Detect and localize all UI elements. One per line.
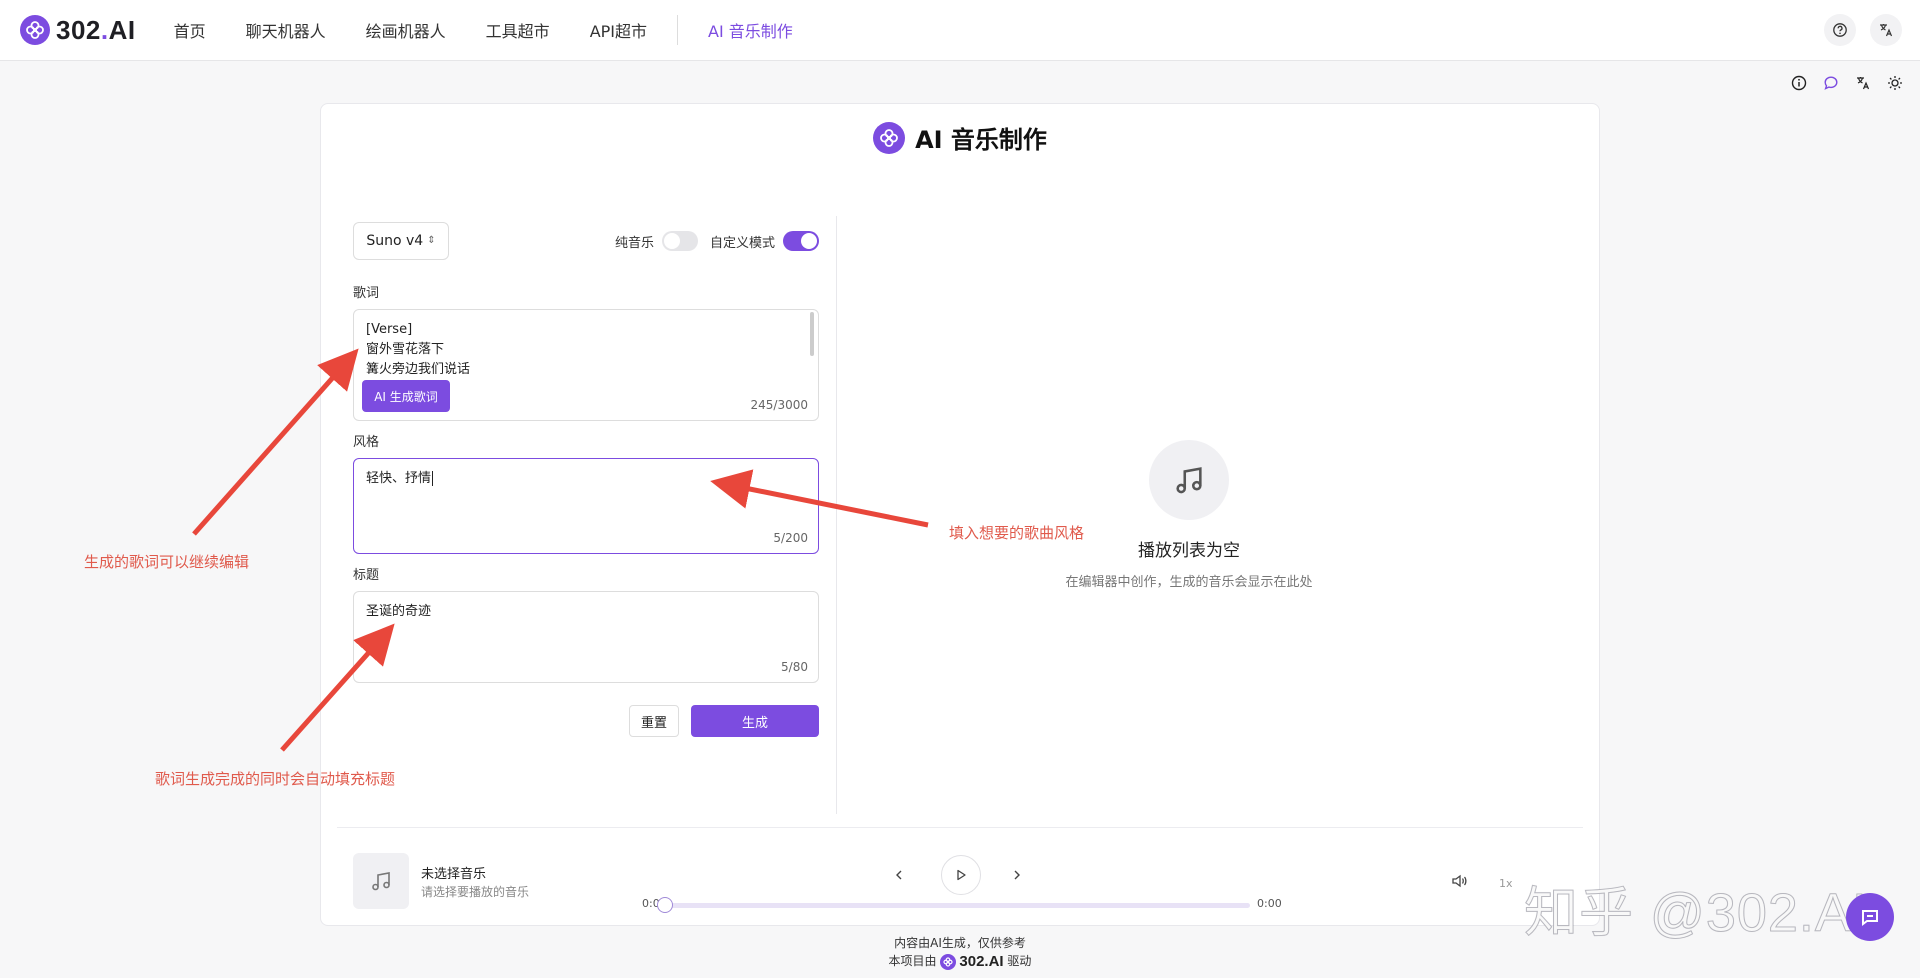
style-text: 轻快、抒情 (366, 471, 434, 486)
playback-speed[interactable]: 1x (1499, 877, 1513, 890)
cover-music-icon (353, 853, 409, 909)
chevron-updown-icon: ⇕ (427, 235, 436, 246)
music-studio-card: AI 音乐制作 Suno v4 ⇕ 纯音乐 自定义模式 歌词 [Verse] 窗… (320, 103, 1600, 926)
info-icon[interactable] (1788, 72, 1810, 94)
pure-music-label: 纯音乐 (614, 235, 654, 251)
nav-chatbot[interactable]: 聊天机器人 (246, 18, 326, 42)
footer-brand[interactable]: 302.AI (959, 953, 1003, 971)
pure-music-toggle[interactable] (661, 231, 698, 251)
title-label: 标题 (353, 568, 380, 583)
style-counter: 5/200 (773, 531, 808, 545)
nav-tool-market[interactable]: 工具超市 (486, 18, 550, 42)
theme-sun-icon[interactable] (1884, 72, 1906, 94)
chat-support-button[interactable] (1846, 893, 1894, 941)
logo-text: 302.AI (56, 14, 136, 45)
generate-button[interactable]: 生成 (691, 705, 819, 737)
panel-divider (836, 216, 837, 814)
brand-logo[interactable]: 302.AI (20, 0, 136, 61)
next-icon[interactable] (1007, 865, 1027, 885)
annotation-lyrics-editable: 生成的歌词可以继续编辑 (84, 553, 250, 571)
nav-ai-music[interactable]: AI 音乐制作 (708, 18, 793, 42)
watermark: 知乎 @302.AI (1524, 883, 1868, 944)
progress-bar[interactable] (657, 897, 1250, 913)
page-title: AI 音乐制作 (915, 126, 1047, 154)
lyrics-counter: 245/3000 (750, 398, 809, 412)
title-counter: 5/80 (781, 660, 808, 674)
ai-generate-lyrics-button[interactable]: AI 生成歌词 (362, 380, 450, 412)
audio-player: 未选择音乐 请选择要播放的音乐 0:00 0:00 1x (321, 839, 1599, 919)
lyrics-scrollbar[interactable] (810, 312, 814, 356)
nav-divider (677, 15, 679, 45)
empty-playlist-hint: 在编辑器中创作，生成的音乐会显示在此处 (1065, 575, 1313, 590)
time-total: 0:00 (1257, 897, 1282, 910)
model-select-value: Suno v4 (366, 233, 424, 249)
translate-icon[interactable] (1870, 14, 1902, 46)
nav-home[interactable]: 首页 (174, 18, 206, 42)
chat-support-icon (1862, 910, 1878, 926)
chat-bubble-icon[interactable] (1820, 72, 1842, 94)
music-logo-icon (873, 121, 906, 154)
style-label: 风格 (353, 435, 380, 450)
editor-panel: Suno v4 ⇕ 纯音乐 自定义模式 歌词 [Verse] 窗外雪花落下 篝火… (353, 222, 819, 737)
volume-icon[interactable] (1451, 873, 1469, 893)
progress-thumb[interactable] (657, 897, 673, 913)
model-select[interactable]: Suno v4 ⇕ (353, 222, 449, 260)
annotation-style: 填入想要的歌曲风格 (949, 524, 1085, 542)
top-navigation: 302.AI 首页 聊天机器人 绘画机器人 工具超市 API超市 AI 音乐制作 (0, 0, 1920, 61)
custom-mode-label: 自定义模式 (709, 235, 775, 251)
reset-button[interactable]: 重置 (629, 705, 679, 737)
title-field[interactable]: 圣诞的奇迹 5/80 (353, 591, 819, 683)
lyrics-label: 歌词 (353, 286, 380, 301)
help-icon[interactable] (1824, 14, 1856, 46)
title-text: 圣诞的奇迹 (366, 604, 432, 619)
style-field[interactable]: 轻快、抒情 5/200 (353, 458, 819, 554)
annotation-auto-title: 歌词生成完成的同时会自动填充标题 (155, 770, 396, 788)
empty-playlist: 播放列表为空 在编辑器中创作，生成的音乐会显示在此处 (1036, 440, 1342, 590)
song-subtitle: 请选择要播放的音乐 (421, 885, 530, 899)
language-icon[interactable] (1852, 72, 1874, 94)
player-divider (337, 827, 1583, 828)
previous-icon[interactable] (889, 865, 909, 885)
nav-drawing-bot[interactable]: 绘画机器人 (366, 18, 446, 42)
lyrics-text: [Verse] 窗外雪花落下 篝火旁边我们说话 (366, 322, 471, 374)
nav-api-market[interactable]: API超市 (590, 18, 647, 42)
music-note-icon (1149, 440, 1229, 520)
song-title: 未选择音乐 (421, 867, 487, 882)
lyrics-field[interactable]: [Verse] 窗外雪花落下 篝火旁边我们说话 AI 生成歌词 245/3000 (353, 309, 819, 421)
custom-mode-toggle[interactable] (783, 231, 819, 251)
logo-icon (20, 15, 50, 45)
footer-powered-by: 本项目由 302.AI 驱动 (888, 952, 1032, 971)
footer-logo-icon (940, 953, 957, 970)
play-icon[interactable] (941, 855, 981, 895)
